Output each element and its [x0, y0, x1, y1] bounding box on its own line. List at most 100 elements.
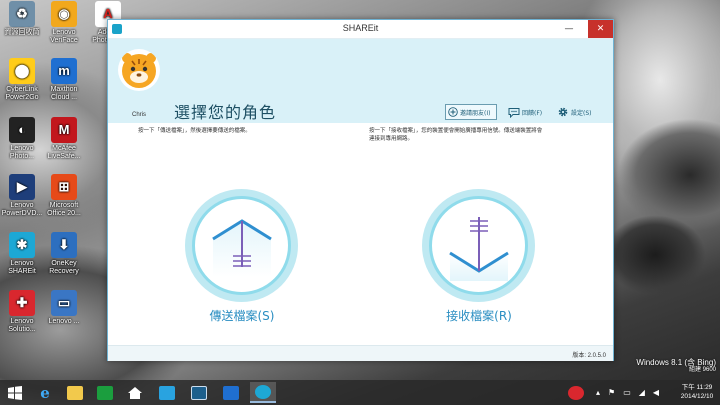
desktop-icon[interactable]: ✚ Lenovo Solutio... [0, 290, 44, 334]
invite-friends-button[interactable]: 邀請朋友(I) [445, 104, 497, 120]
windows-watermark: Windows 8.1 (含 Bing) 組建 9600 [636, 358, 716, 374]
taskbar-ie[interactable]: e [32, 382, 58, 403]
clock-date: 2014/12/10 [680, 393, 714, 400]
taskbar-lenovo-solution[interactable] [563, 382, 589, 403]
app-icon: ▶ [9, 174, 35, 200]
shareit-icon [255, 384, 271, 399]
desktop-icon-label: OneKey Recovery [49, 260, 79, 275]
close-button[interactable]: ✕ [588, 20, 613, 38]
avatar[interactable] [118, 49, 160, 91]
lenovo-solution-icon [568, 385, 584, 400]
desktop-icon[interactable]: ⊞ Microsoft Office 20... [42, 174, 86, 218]
settings-label: 設定(S) [571, 109, 592, 117]
taskbar-file-explorer[interactable] [62, 382, 88, 403]
maxthon-icon [223, 385, 239, 400]
header: Chris 選擇您的角色 邀請朋友(I) 回饋(F) 設定(S) [108, 39, 613, 123]
desktop-icon[interactable]: ▭ Lenovo ... [42, 290, 86, 326]
page-title: 選擇您的角色 [174, 103, 277, 122]
taskbar-shareit[interactable] [250, 382, 276, 403]
settings-button[interactable]: 設定(S) [557, 104, 592, 120]
desktop-icon[interactable]: ♻ 資源回收筒 [0, 1, 44, 37]
monitor-icon [191, 385, 207, 400]
feedback-label: 回饋(F) [522, 109, 543, 117]
app-icon: ⬇ [51, 232, 77, 258]
desktop-icon[interactable]: ✱ Lenovo SHAREit [0, 232, 44, 276]
app-icon: ✚ [9, 290, 35, 316]
taskbar-app-a[interactable] [154, 382, 180, 403]
gear-icon [558, 107, 568, 117]
app-icon: ⊞ [51, 174, 77, 200]
flag-icon[interactable]: ⚑ [608, 388, 615, 397]
internet-explorer-icon: e [40, 383, 50, 402]
desktop-icon[interactable]: m Maxthon Cloud ... [42, 58, 86, 102]
store-icon [97, 385, 113, 400]
app-icon: ◐ [9, 117, 35, 143]
desktop-icon-label: CyberLink Power2Go [5, 86, 39, 101]
folder-icon [67, 385, 83, 400]
chevron-up-icon[interactable]: ▴ [596, 388, 600, 397]
battery-icon[interactable]: ▭ [623, 388, 631, 397]
desktop-icon-label: Lenovo SHAREit [8, 260, 36, 275]
status-bar: 版本: 2.0.5.0 [108, 345, 613, 361]
desktop-icon-label: Maxthon Cloud ... [50, 86, 78, 101]
window-title: SHAREit [342, 23, 379, 33]
desktop-icon-label: Lenovo ... [48, 318, 80, 325]
desktop-icon-label: McAfee LiveSafe... [47, 145, 81, 160]
app-icon: ▭ [51, 290, 77, 316]
desktop-icon[interactable]: ⬤ CyberLink Power2Go [0, 58, 44, 102]
windows-logo-icon [8, 385, 22, 400]
shareit-window: SHAREit — ✕ Chris 選擇您的角色 邀請朋友(I) 回饋(F) 設… [107, 19, 614, 361]
volume-icon[interactable]: ◀ [653, 388, 659, 397]
send-files-label[interactable]: 傳送檔案(S) [172, 307, 312, 324]
desktop-icon[interactable]: ◉ Lenovo VeriFace [42, 1, 86, 45]
taskbar-clock[interactable]: 下午 11:29 2014/12/10 [677, 383, 717, 401]
minimize-button[interactable]: — [560, 20, 578, 38]
clock-time: 下午 11:29 [681, 384, 713, 391]
desktop-icon-label: Lenovo Photo... [9, 145, 35, 160]
home-icon [128, 386, 142, 399]
chat-bubble-icon [508, 107, 520, 118]
app-icon: ◉ [51, 1, 77, 27]
desktop-icon[interactable]: ◐ Lenovo Photo... [0, 117, 44, 161]
start-button[interactable] [2, 382, 28, 403]
desktop-icon[interactable]: M McAfee LiveSafe... [42, 117, 86, 161]
receive-files-button[interactable] [422, 189, 535, 302]
send-files-button[interactable] [185, 189, 298, 302]
app-icon: ♻ [9, 1, 35, 27]
plus-icon [448, 107, 458, 117]
desktop-icon[interactable]: ▶ Lenovo PowerDVD... [0, 174, 44, 218]
desktop-icon-label: 資源回收筒 [4, 29, 40, 36]
app-icon: ⬤ [9, 58, 35, 84]
receive-files-label[interactable]: 接收檔案(R) [409, 307, 549, 324]
version-text: 版本: 2.0.5.0 [572, 353, 606, 359]
send-arrow-icon [211, 218, 272, 277]
desktop-icon-label: Microsoft Office 20... [47, 202, 81, 217]
network-icon[interactable]: ◢ [639, 388, 645, 397]
taskbar-app-b[interactable] [186, 382, 212, 403]
role-selection-area: 按一下「傳送檔案」，然後選擇要傳送的檔案。 按一下「接收檔案」，您的裝置便會開始… [108, 123, 613, 345]
watermark-edition: Windows 8.1 (含 Bing) [636, 358, 716, 367]
taskbar-store[interactable] [92, 382, 118, 403]
app-icon: m [51, 58, 77, 84]
desktop-icon-label: Lenovo Solutio... [8, 318, 36, 333]
user-name: Chris [131, 112, 146, 118]
send-circle-inner [192, 196, 291, 295]
receive-circle-inner [429, 196, 528, 295]
send-hint: 按一下「傳送檔案」，然後選擇要傳送的檔案。 [138, 128, 251, 134]
desktop-icon[interactable]: ⬇ OneKey Recovery [42, 232, 86, 276]
app-icon: M [51, 117, 77, 143]
receive-hint: 按一下「接收檔案」，您的裝置便會開始廣播專用信號。傳送端裝置將會連接到專用網路。 [369, 128, 543, 142]
taskbar-home[interactable] [122, 382, 148, 403]
taskbar-maxthon[interactable] [218, 382, 244, 403]
invite-label: 邀請朋友(I) [460, 109, 491, 117]
system-tray: ▴ ⚑ ▭ ◢ ◀ [596, 386, 659, 398]
app-icon: ✱ [9, 232, 35, 258]
app-tile-icon [159, 385, 175, 400]
desktop-icon-label: Lenovo VeriFace [50, 29, 78, 44]
watermark-build: 組建 9600 [688, 367, 716, 373]
title-bar[interactable]: SHAREit — ✕ [108, 20, 613, 39]
receive-arrow-icon [448, 216, 509, 281]
tiger-avatar-icon [122, 53, 156, 88]
desktop-icon-label: Lenovo PowerDVD... [1, 202, 43, 217]
feedback-button[interactable]: 回饋(F) [508, 104, 542, 120]
